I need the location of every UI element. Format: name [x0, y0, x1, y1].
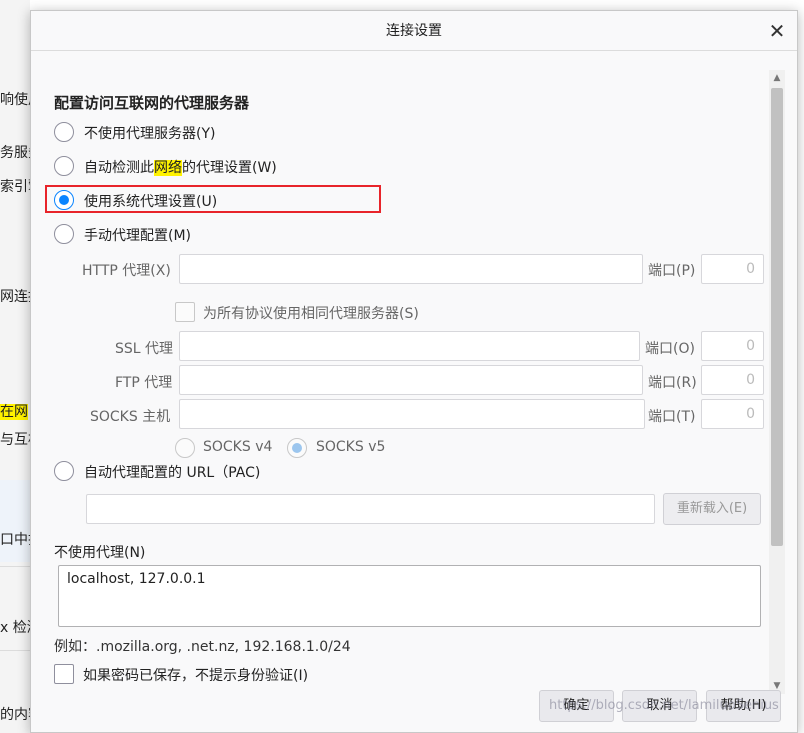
- background-text-fragment: 在网: [0, 404, 28, 420]
- close-icon[interactable]: ✕: [765, 19, 789, 43]
- socks-host-input[interactable]: [179, 399, 645, 429]
- reload-pac-button[interactable]: 重新载入(E): [663, 493, 761, 525]
- pac-label[interactable]: 自动代理配置的 URL（PAC): [84, 462, 260, 482]
- auto-detect-label[interactable]: 自动检测此网络的代理设置(W): [84, 157, 277, 177]
- background-left-strip: 响使用 务服务 索引擎 网连接 在网 与互相 口中打 x 检测 的内容: [0, 0, 30, 733]
- no-auth-prompt-label[interactable]: 如果密码已保存，不提示身份验证(I): [83, 665, 308, 685]
- ssl-port-input[interactable]: [701, 331, 764, 361]
- ftp-port-label: 端口(R): [648, 375, 697, 391]
- no-auth-prompt-checkbox[interactable]: [54, 664, 74, 684]
- no-proxy-example: 例如：.mozilla.org, .net.nz, 192.168.1.0/24: [54, 639, 351, 655]
- no-proxy-for-textarea[interactable]: localhost, 127.0.0.1: [58, 565, 761, 627]
- no-proxy-for-label: 不使用代理(N): [54, 545, 146, 561]
- ssl-proxy-input[interactable]: [179, 331, 640, 361]
- socks-v4-label[interactable]: SOCKS v4: [203, 439, 272, 455]
- background-text-fragment: 务服务: [0, 145, 30, 161]
- http-port-label: 端口(P): [648, 263, 696, 279]
- system-proxy-radio[interactable]: [54, 190, 74, 210]
- ftp-proxy-input[interactable]: [179, 365, 643, 395]
- auto-detect-radio[interactable]: [54, 156, 74, 176]
- background-text-fragment: 的内容: [0, 707, 30, 723]
- dialog-title: 连接设置: [386, 23, 442, 39]
- background-divider: [0, 566, 30, 567]
- background-divider: [0, 650, 30, 651]
- background-text-fragment: x 检测: [0, 620, 30, 636]
- scroll-up-icon[interactable]: ▲: [769, 70, 785, 86]
- same-proxy-checkbox[interactable]: [175, 302, 195, 322]
- background-text-fragment: 与互相: [0, 432, 30, 448]
- socks-v5-label[interactable]: SOCKS v5: [316, 439, 385, 455]
- background-text-fragment: 响使用: [0, 92, 30, 108]
- pac-url-input[interactable]: [86, 494, 655, 524]
- manual-proxy-label[interactable]: 手动代理配置(M): [84, 225, 191, 245]
- connection-settings-dialog: 连接设置 ✕ 配置访问互联网的代理服务器 不使用代理服务器(Y) 自动检测此网络…: [30, 10, 798, 733]
- ssl-port-label: 端口(O): [645, 341, 695, 357]
- no-proxy-radio[interactable]: [54, 122, 74, 142]
- socks-v5-radio[interactable]: [287, 438, 307, 458]
- background-text-fragment: 口中打: [0, 532, 30, 548]
- background-text-fragment: 索引擎: [0, 179, 30, 195]
- socks-port-label: 端口(T): [648, 409, 696, 425]
- content-scrollbar[interactable]: ▲ ▼: [769, 70, 785, 694]
- socks-port-input[interactable]: [701, 399, 764, 429]
- socks-host-label: SOCKS 主机: [90, 409, 171, 425]
- ftp-proxy-label: FTP 代理: [115, 375, 173, 391]
- no-proxy-label[interactable]: 不使用代理服务器(Y): [84, 123, 215, 143]
- ftp-port-input[interactable]: [701, 365, 764, 395]
- proxy-heading: 配置访问互联网的代理服务器: [54, 94, 250, 112]
- ssl-proxy-label: SSL 代理: [115, 341, 174, 357]
- manual-proxy-radio[interactable]: [54, 224, 74, 244]
- watermark-text: https://blog.csdn.net/lamiluoSenius: [549, 698, 779, 713]
- same-proxy-label[interactable]: 为所有协议使用相同代理服务器(S): [203, 303, 419, 323]
- system-proxy-label[interactable]: 使用系统代理设置(U): [84, 191, 217, 211]
- background-text-fragment: 网连接: [0, 289, 30, 305]
- scroll-thumb[interactable]: [771, 88, 783, 546]
- http-port-input[interactable]: [701, 254, 764, 284]
- http-proxy-input[interactable]: [179, 254, 643, 284]
- socks-v4-radio[interactable]: [175, 438, 195, 458]
- http-proxy-label: HTTP 代理(X): [82, 263, 171, 279]
- dialog-content: 配置访问互联网的代理服务器 不使用代理服务器(Y) 自动检测此网络的代理设置(W…: [31, 52, 767, 733]
- dialog-titlebar: 连接设置 ✕: [31, 11, 797, 51]
- pac-radio[interactable]: [54, 461, 74, 481]
